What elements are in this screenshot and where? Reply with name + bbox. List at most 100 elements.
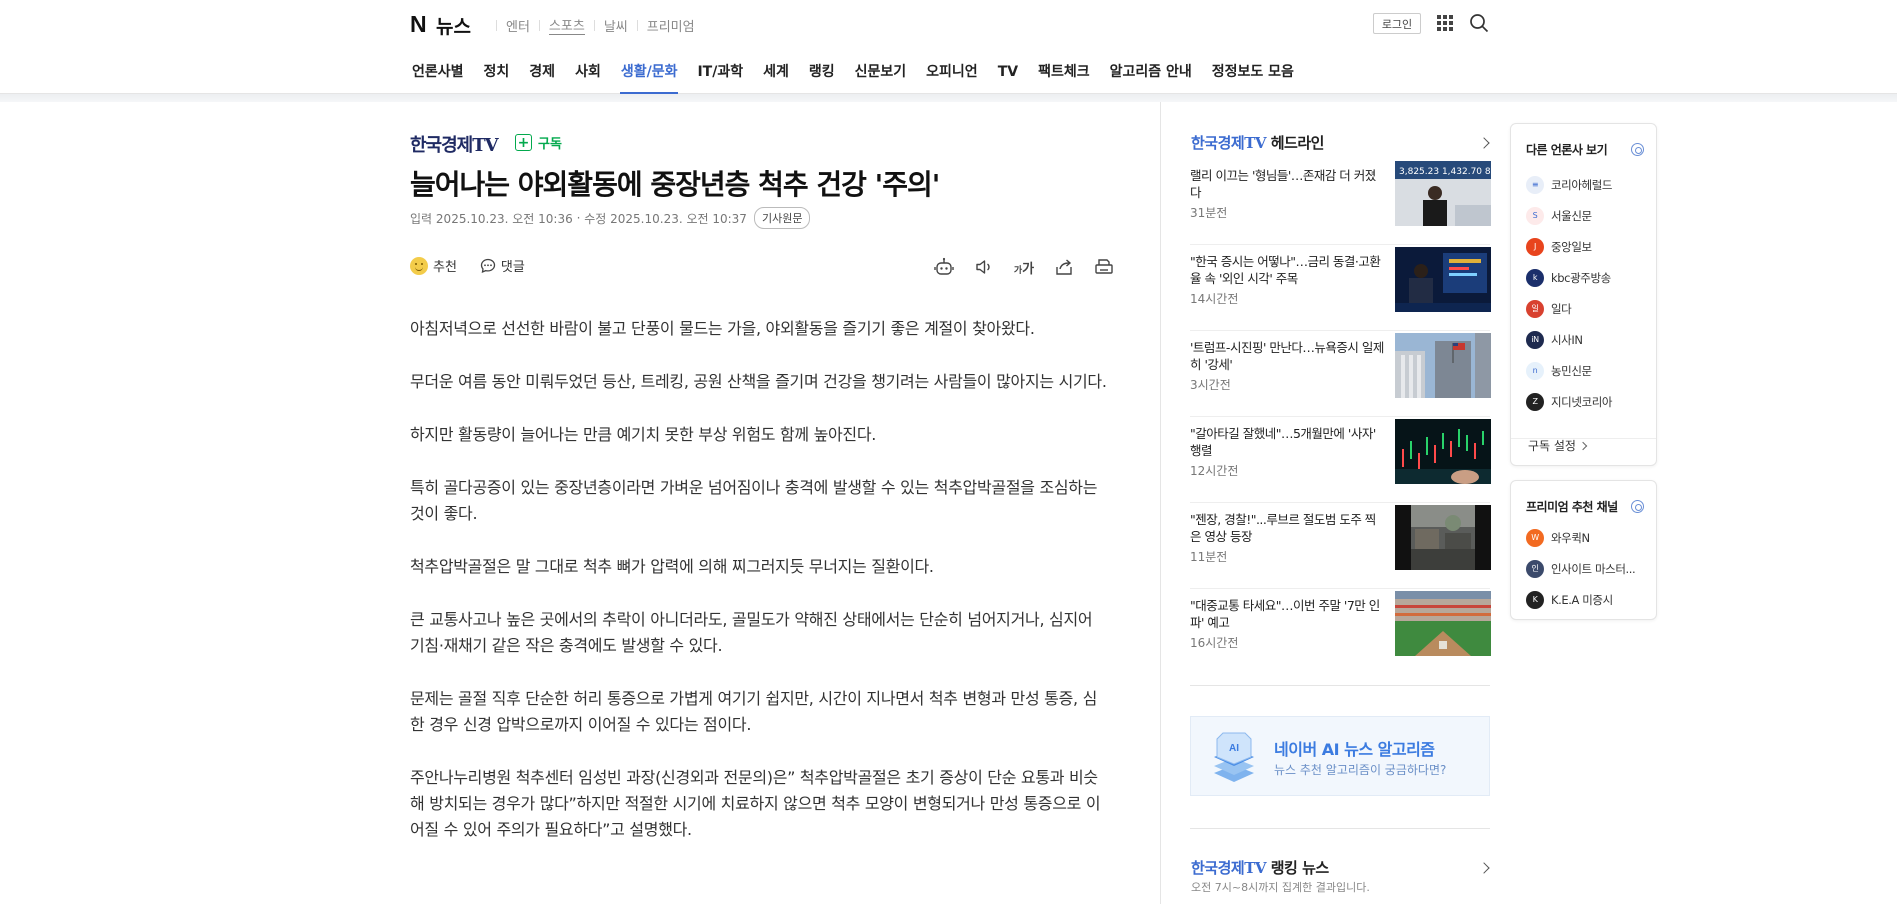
nav-shadow xyxy=(0,94,1897,102)
press-item[interactable]: k kbc광주방송 xyxy=(1526,262,1612,293)
headline-time: 31분전 xyxy=(1190,206,1228,220)
headline-item[interactable]: '트럼프-시진핑' 만난다…뉴욕증시 일제히 '강세' 3시간전 xyxy=(1190,331,1491,417)
chevron-right-icon xyxy=(1578,441,1588,450)
press-item[interactable]: iN 시사IN xyxy=(1526,324,1612,355)
subscription-settings-link[interactable]: 구독 설정 xyxy=(1528,437,1588,454)
font-size-icon[interactable]: 가가 xyxy=(1013,258,1035,277)
print-icon[interactable] xyxy=(1093,256,1115,278)
headline-item[interactable]: "한국 증시는 어떻나"…금리 동결·고환율 속 '외인 시각' 주목 14시간전 xyxy=(1190,245,1491,331)
other-press-title: 다른 언론사 보기 xyxy=(1526,143,1608,157)
plus-icon: + xyxy=(515,134,532,151)
press-item[interactable]: K K.E.A 미증시 xyxy=(1526,584,1635,615)
input-time: 2025.10.23. 오전 10:36 xyxy=(435,211,573,226)
press-logo-icon: k xyxy=(1526,268,1544,287)
search-icon[interactable] xyxy=(1469,13,1489,33)
press-logo[interactable]: 한국경제TV xyxy=(410,131,499,157)
nav-item[interactable]: IT/과학 xyxy=(687,46,753,94)
headline-text: '트럼프-시진핑' 만난다…뉴욕증시 일제히 '강세' xyxy=(1190,340,1384,372)
comment-icon[interactable] xyxy=(479,257,497,275)
nav-item[interactable]: 사회 xyxy=(565,46,611,94)
ranking-title: 랭킹 뉴스 xyxy=(1270,859,1329,877)
article-toolbar: 가가 xyxy=(933,256,1115,278)
ranking-section-title[interactable]: 한국경제TV 랭킹 뉴스 xyxy=(1191,857,1329,878)
ai-summary-robot-icon[interactable] xyxy=(933,256,955,278)
headline-item[interactable]: 랠리 이끄는 '형님들'…존재감 더 커졌다 31분전 3,825.23 1,432… xyxy=(1190,159,1491,245)
ranking-brand: 한국경제TV xyxy=(1191,859,1267,877)
headline-item[interactable]: "젠장, 경찰!"...루브르 절도범 도주 찍은 영상 등장 11분전 xyxy=(1190,503,1491,589)
comment-button[interactable]: 댓글 xyxy=(501,256,525,275)
app-grid-icon[interactable] xyxy=(1437,15,1453,31)
headline-thumbnail xyxy=(1395,591,1491,656)
press-item[interactable]: n 농민신문 xyxy=(1526,355,1612,386)
press-logo-icon: J xyxy=(1526,237,1544,256)
headline-title: 헤드라인 xyxy=(1270,134,1325,152)
press-name: 서울신문 xyxy=(1551,208,1592,223)
press-item[interactable]: Z 지디넷코리아 xyxy=(1526,386,1612,417)
press-name: 농민신문 xyxy=(1551,363,1592,378)
nav-item[interactable]: 경제 xyxy=(519,46,565,94)
naver-logo[interactable]: N xyxy=(410,11,427,38)
service-link-entertainment[interactable]: 엔터 xyxy=(506,16,530,35)
headline-list: 랠리 이끄는 '형님들'…존재감 더 커졌다 31분전 3,825.23 1,432… xyxy=(1190,159,1491,675)
service-link-premium[interactable]: 프리미엄 xyxy=(647,16,695,35)
headline-text: 랠리 이끄는 '형님들'…존재감 더 커졌다 xyxy=(1190,168,1376,200)
category-nav: 언론사별 정치 경제 사회 생활/문화 IT/과학 세계 랭킹 신문보기 오피니언 TV 팩트체크 알고… xyxy=(0,46,1897,94)
column-divider xyxy=(1160,102,1161,904)
chevron-right-icon[interactable] xyxy=(1478,137,1490,149)
nav-item[interactable]: 언론사별 xyxy=(402,46,474,94)
headline-time: 14시간전 xyxy=(1190,292,1239,306)
press-item[interactable]: W 와우퀵N xyxy=(1526,522,1635,553)
press-name: 지디넷코리아 xyxy=(1551,394,1613,409)
category-nav-items: 언론사별 정치 경제 사회 생활/문화 IT/과학 세계 랭킹 신문보기 오피니언 TV 팩트체크 알고… xyxy=(402,46,1304,94)
nav-item[interactable]: 정치 xyxy=(474,46,520,94)
other-press-card: 다른 언론사 보기 ≡ 코리아헤럴드 S 서울신문 J 중앙일보 k kbc광주방송 일 일다 iN… xyxy=(1510,123,1657,466)
ai-news-algorithm-banner[interactable]: AI 네이버 AI 뉴스 알고리즘 뉴스 추천 알고리즘이 궁금하다면? xyxy=(1190,716,1490,796)
headline-item[interactable]: "갈아타길 잘했네"…5개월만에 '사자' 행렬 12시간전 xyxy=(1190,417,1491,503)
text-to-speech-icon[interactable] xyxy=(973,256,995,278)
refresh-icon[interactable] xyxy=(1631,143,1644,156)
nav-item[interactable]: 팩트체크 xyxy=(1028,46,1100,94)
headline-text: "갈아타길 잘했네"…5개월만에 '사자' 행렬 xyxy=(1190,426,1376,458)
subscribe-button[interactable]: + 구독 xyxy=(515,133,562,152)
nav-item[interactable]: 세계 xyxy=(753,46,799,94)
premium-title: 프리미엄 추천 채널 xyxy=(1526,500,1618,514)
subscription-settings-label: 구독 설정 xyxy=(1528,439,1576,453)
article-paragraph: 문제는 골절 직후 단순한 허리 통증으로 가볍게 여기기 쉽지만, 시간이 지… xyxy=(410,689,1098,734)
headline-thumbnail xyxy=(1395,333,1491,398)
nav-item[interactable]: 신문보기 xyxy=(845,46,917,94)
nav-item[interactable]: 생활/문화 xyxy=(611,46,688,94)
chevron-right-icon[interactable] xyxy=(1478,862,1490,874)
headline-thumbnail xyxy=(1395,419,1491,484)
recommend-button[interactable]: 추천 xyxy=(433,256,457,275)
nav-item[interactable]: 정정보도 모음 xyxy=(1202,46,1304,94)
divider xyxy=(538,19,540,31)
news-logo[interactable]: 뉴스 xyxy=(436,12,471,39)
nav-item[interactable]: 랭킹 xyxy=(799,46,845,94)
smile-icon[interactable] xyxy=(410,256,428,275)
article-headline: 늘어나는 야외활동에 중장년층 척추 건강 '주의' xyxy=(410,168,940,201)
press-item[interactable]: 인 인사이트 마스터... xyxy=(1526,553,1636,584)
service-link-weather[interactable]: 날씨 xyxy=(604,16,628,35)
press-name: 코리아헤럴드 xyxy=(1551,177,1613,192)
press-item[interactable]: S 서울신문 xyxy=(1526,200,1612,231)
headline-item[interactable]: "대중교통 타세요"…이번 주말 '7만 인파' 예고 16시간전 xyxy=(1190,589,1491,675)
nav-item[interactable]: TV xyxy=(988,46,1028,94)
press-item[interactable]: 일 일다 xyxy=(1526,293,1612,324)
nav-item[interactable]: 오피니언 xyxy=(916,46,988,94)
reaction-row: 추천 댓글 xyxy=(410,256,525,275)
original-article-button[interactable]: 기사원문 xyxy=(753,207,811,229)
login-button[interactable]: 로그인 xyxy=(1373,13,1421,34)
headline-thumbnail xyxy=(1395,505,1491,570)
article-paragraph: 하지만 활동량이 늘어나는 만큼 예기치 못한 부상 위험도 함께 높아진다. xyxy=(410,425,877,444)
share-icon[interactable] xyxy=(1053,256,1075,278)
press-logo-icon: n xyxy=(1526,361,1544,380)
press-item[interactable]: J 중앙일보 xyxy=(1526,231,1612,262)
refresh-icon[interactable] xyxy=(1631,500,1644,513)
service-link-sports[interactable]: 스포츠 xyxy=(548,15,585,35)
headline-section-title[interactable]: 한국경제TV 헤드라인 xyxy=(1191,132,1324,153)
divider xyxy=(1190,685,1490,686)
press-item[interactable]: ≡ 코리아헤럴드 xyxy=(1526,169,1612,200)
press-name: 일다 xyxy=(1551,301,1572,316)
article-paragraph: 주안나누리병원 척추센터 임성빈 과장(신경외과 전문의)은” 척추압박골절은 … xyxy=(410,768,1101,839)
nav-item[interactable]: 알고리즘 안내 xyxy=(1100,46,1202,94)
